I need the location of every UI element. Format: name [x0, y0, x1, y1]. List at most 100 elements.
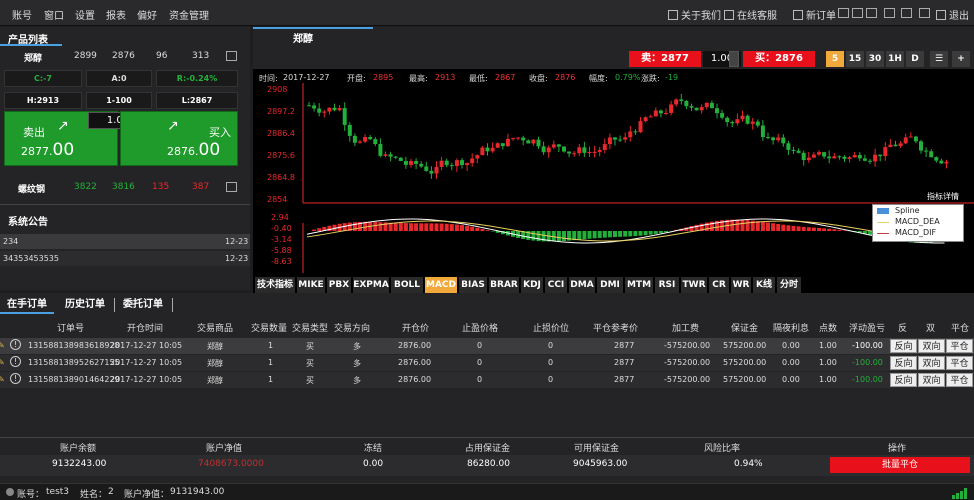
batch-close-button[interactable]: 批量平仓: [830, 457, 970, 473]
timeframe-d[interactable]: D: [906, 51, 924, 67]
buy-quick-button[interactable]: 买：2876: [743, 51, 815, 67]
candle-body: [679, 99, 684, 102]
about-us-button[interactable]: 关于我们: [668, 7, 721, 22]
close-position-button[interactable]: 平仓: [946, 373, 973, 387]
candle-body: [414, 160, 419, 164]
list-icon[interactable]: ☰: [930, 51, 948, 67]
indicator-tab-technical[interactable]: 技术指标: [255, 277, 295, 293]
legend: Spline MACD_DEA MACD_DIF: [872, 204, 964, 242]
exit-button[interactable]: 退出: [936, 7, 969, 22]
tab-open-orders[interactable]: 在手订单: [0, 296, 54, 314]
double-button[interactable]: 双向: [918, 356, 945, 370]
chart-icon[interactable]: [226, 51, 237, 61]
table-row[interactable]: ✎! 131588138983618928 2017-12-27 10:05 郑醇 1 买…: [0, 338, 974, 354]
maximize-icon[interactable]: [866, 8, 877, 18]
candle-body: [307, 105, 311, 107]
indicator-tab-mtm[interactable]: MTM: [625, 277, 653, 293]
table-row[interactable]: ✎! 131588138901464229 2017-12-27 10:05 郑醇 1 买…: [0, 372, 974, 388]
product-row-methanol[interactable]: 郑醇 2899 2876 96 313: [0, 51, 250, 65]
double-button[interactable]: 双向: [918, 373, 945, 387]
notice-item[interactable]: 34353453535 12-23: [0, 251, 250, 266]
edit-icon[interactable]: ✎: [0, 375, 5, 384]
indicator-tab-bias[interactable]: BIAS: [459, 277, 487, 293]
indicator-tab-wr[interactable]: WR: [731, 277, 751, 293]
candle-body: [393, 156, 398, 158]
tab-history-orders[interactable]: 历史订单: [58, 296, 112, 314]
reverse-button[interactable]: 反向: [890, 339, 917, 353]
double-button[interactable]: 双向: [918, 339, 945, 353]
tab-pending-orders[interactable]: 委托订单: [116, 296, 170, 314]
candle-body: [801, 152, 806, 161]
indicator-tab-cci[interactable]: CCI: [545, 277, 567, 293]
menu-preference[interactable]: 偏好: [137, 7, 157, 22]
indicator-tab-dma[interactable]: DMA: [569, 277, 595, 293]
candle-body: [868, 160, 872, 162]
info-icon[interactable]: !: [10, 373, 21, 384]
reverse-button[interactable]: 反向: [890, 356, 917, 370]
sell-price: 2877.00: [21, 140, 74, 160]
online-support-button[interactable]: 在线客服: [724, 7, 777, 22]
indicator-tab-dmi[interactable]: DMI: [597, 277, 623, 293]
indicator-tab-timeshare[interactable]: 分时: [777, 277, 801, 293]
tile-icon[interactable]: [919, 8, 930, 18]
candle-body: [908, 136, 913, 138]
timeframe-15[interactable]: 15: [846, 51, 864, 67]
indicator-tab-brar[interactable]: BRAR: [489, 277, 519, 293]
macd-bar: [465, 225, 470, 231]
macd-bar: [475, 227, 480, 231]
indicator-tab-cr[interactable]: CR: [709, 277, 729, 293]
timeframe-1h[interactable]: 1H: [886, 51, 904, 67]
candle-body: [541, 146, 546, 153]
timeframe-5[interactable]: 5: [826, 51, 844, 67]
menu-report[interactable]: 报表: [106, 7, 126, 22]
reverse-button[interactable]: 反向: [890, 373, 917, 387]
macd-bar: [403, 223, 408, 231]
candle-body: [327, 107, 332, 112]
indicator-tab-boll[interactable]: BOLL: [391, 277, 423, 293]
macd-bar: [460, 225, 464, 231]
chart-title-tab[interactable]: 郑醇: [293, 30, 313, 45]
restore-icon[interactable]: [852, 8, 863, 18]
macd-bar: [556, 231, 561, 242]
info-icon[interactable]: !: [10, 339, 21, 350]
candle-body: [587, 152, 592, 154]
chart-icon[interactable]: [226, 182, 237, 192]
candlestick-chart[interactable]: 2908 2897.2 2886.4 2875.6 2864.8 2854 2.94 -0.4…: [253, 83, 974, 273]
indicator-tab-mike[interactable]: MIKE: [297, 277, 325, 293]
minimize-icon[interactable]: [838, 8, 849, 18]
menu-account[interactable]: 账号: [12, 7, 32, 22]
close-position-button[interactable]: 平仓: [946, 339, 973, 353]
info-close: 2876: [555, 73, 576, 82]
edit-icon[interactable]: ✎: [0, 358, 5, 367]
divider: [0, 204, 250, 205]
timeframe-30[interactable]: 30: [866, 51, 884, 67]
indicator-tab-macd[interactable]: MACD: [425, 277, 457, 293]
candle-body: [883, 147, 888, 157]
menu-window[interactable]: 窗口: [44, 7, 64, 22]
sell-quick-button[interactable]: 卖：2877: [629, 51, 701, 67]
info-icon[interactable]: !: [10, 356, 21, 367]
indicator-tab-kdj[interactable]: KDJ: [521, 277, 543, 293]
quick-qty-stepper[interactable]: [729, 51, 739, 67]
indicator-tab-kline[interactable]: K线: [753, 277, 775, 293]
indicator-tab-expma[interactable]: EXPMA: [353, 277, 389, 293]
crosshair-icon[interactable]: +: [952, 51, 970, 67]
indicator-tab-rsi[interactable]: RSI: [655, 277, 679, 293]
menu-fund-management[interactable]: 资金管理: [169, 7, 209, 22]
candle-body: [500, 143, 505, 147]
new-order-button[interactable]: 新订单: [793, 7, 836, 22]
indicator-tab-twr[interactable]: TWR: [681, 277, 707, 293]
indicator-tab-pbx[interactable]: PBX: [327, 277, 351, 293]
info-high: 2913: [435, 73, 456, 82]
image-icon[interactable]: [901, 8, 912, 18]
close-position-button[interactable]: 平仓: [946, 356, 973, 370]
window-icon[interactable]: [884, 8, 895, 18]
buy-button[interactable]: ↗ 买入 2876.00: [120, 111, 238, 166]
notice-item[interactable]: 234 12-23: [0, 234, 250, 249]
menu-settings[interactable]: 设置: [75, 7, 95, 22]
col-margin: 保证金: [731, 324, 759, 334]
macd-bar: [633, 231, 638, 237]
product-row-rebar[interactable]: 螺纹钢 3822 3816 135 387: [0, 182, 250, 196]
edit-icon[interactable]: ✎: [0, 341, 5, 350]
table-row[interactable]: ✎! 131588138952627155 2017-12-27 10:05 郑醇 1 买…: [0, 355, 974, 371]
